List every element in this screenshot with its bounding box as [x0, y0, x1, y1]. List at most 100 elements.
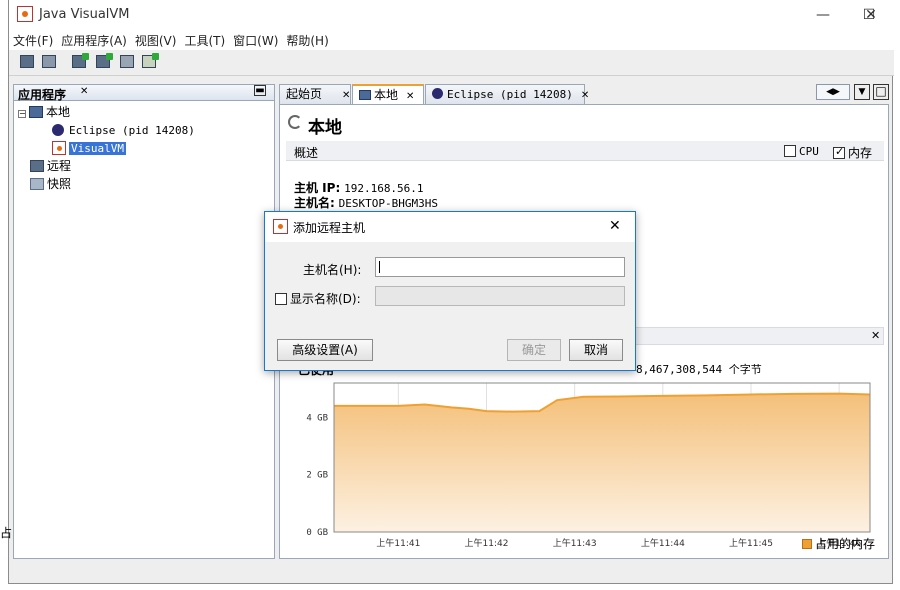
ok-button[interactable]: 确定	[507, 339, 561, 361]
overview-label: 概述	[294, 146, 319, 160]
x-tick-label: 上午11:41	[376, 537, 420, 549]
applications-panel: 应用程序 ✕ ▬ − 本地 Eclipse (pid 14208) VisualV…	[13, 84, 275, 559]
tab-list-button[interactable]: ▼	[854, 84, 870, 100]
memory-checkbox-label: 内存	[848, 146, 873, 160]
menu-bar: 文件(F) 应用程序(A) 视图(V) 工具(T) 窗口(W) 帮助(H)	[9, 30, 894, 50]
y-tick-label: 0 GB	[306, 528, 328, 538]
collapse-icon[interactable]: −	[18, 110, 26, 118]
applications-panel-title: 应用程序	[18, 88, 67, 102]
cpu-checkbox-label: CPU	[799, 145, 819, 158]
memory-checkbox[interactable]: 内存	[833, 144, 872, 161]
close-tab-icon[interactable]: ✕	[342, 90, 350, 101]
memory-area-series	[334, 393, 870, 532]
dialog-title-bar: 添加远程主机 ✕	[265, 212, 635, 242]
x-tick-label: 上午11:44	[641, 537, 685, 549]
tab-local[interactable]: 本地 ✕	[352, 84, 424, 104]
close-chart-icon[interactable]: ✕	[871, 329, 880, 342]
display-name-label: 显示名称(D):	[290, 292, 361, 306]
close-tab-icon[interactable]: ✕	[581, 90, 589, 101]
visualvm-app-icon	[17, 6, 33, 22]
advanced-settings-button[interactable]: 高级设置(A)	[277, 339, 373, 361]
eclipse-icon	[432, 88, 443, 99]
menu-application[interactable]: 应用程序(A)	[57, 30, 131, 51]
chart-legend: 占用的内存	[802, 535, 875, 552]
page-title: 本地	[308, 118, 342, 138]
memory-checkbox-box[interactable]	[833, 145, 845, 159]
add-remote-host-dialog: 添加远程主机 ✕ 主机名(H): 显示名称(D): 高级设置(A) 确定 取消	[264, 211, 636, 371]
tree-node-snapshot[interactable]: 快照	[18, 175, 195, 193]
memory-chart: 0 GB 2 GB 4 GB 上午11:41 上午11:42 上午11:43 上午11:44…	[306, 382, 871, 549]
visualvm-icon	[273, 219, 288, 234]
plus-icon	[82, 53, 89, 60]
add-snapshot-button[interactable]	[139, 53, 159, 71]
tab-label-eclipse: Eclipse (pid 14208)	[447, 88, 573, 101]
host-ip-label: 主机 IP:	[294, 181, 341, 195]
tab-prev-button[interactable]: ◀	[826, 87, 833, 97]
minimize-button[interactable]: —	[800, 0, 846, 30]
menu-file[interactable]: 文件(F)	[9, 30, 57, 51]
computer-icon	[29, 106, 43, 118]
host-name-label: 主机名(H):	[303, 263, 362, 277]
tree-node-eclipse[interactable]: Eclipse (pid 14208)	[18, 121, 195, 139]
save-button[interactable]	[39, 53, 59, 71]
host-name-label: 主机名:	[294, 196, 335, 210]
plus-icon	[106, 53, 113, 60]
tab-start-page[interactable]: 起始页 ✕	[279, 84, 351, 104]
host-name-input[interactable]	[375, 257, 625, 277]
load-snapshot-button[interactable]	[17, 53, 37, 71]
tab-eclipse[interactable]: Eclipse (pid 14208) ✕	[425, 84, 589, 104]
tree-node-visualvm[interactable]: VisualVM	[18, 139, 195, 157]
folder-icon	[20, 55, 34, 68]
maximize-tab-button[interactable]: □	[873, 84, 889, 100]
x-tick-label: 上午11:43	[553, 537, 597, 549]
tab-label-start: 起始页	[286, 87, 323, 101]
left-edge-text: 占	[0, 526, 13, 540]
tab-scroll-buttons: ◀▶	[816, 84, 850, 100]
plus-icon	[152, 53, 159, 60]
title-bar: Java VisualVM — ☐	[9, 0, 894, 30]
display-name-input[interactable]	[375, 286, 625, 306]
add-jmx-connection-button[interactable]	[93, 53, 113, 71]
close-panel-icon[interactable]: ✕	[80, 86, 88, 97]
legend-label: 占用的内存	[815, 537, 876, 551]
overview-bar: 概述 CPU 内存	[286, 141, 884, 161]
toolbar	[9, 50, 894, 76]
disk-icon	[42, 55, 56, 68]
tree-node-local[interactable]: − 本地	[18, 103, 195, 121]
close-window-button[interactable]: ✕	[848, 0, 894, 30]
menu-view[interactable]: 视图(V)	[131, 30, 181, 51]
close-tab-icon[interactable]: ✕	[406, 91, 414, 102]
thread-dump-button[interactable]	[117, 53, 137, 71]
text-cursor	[379, 261, 380, 273]
dialog-close-button[interactable]: ✕	[609, 218, 621, 234]
display-name-checkbox[interactable]: 显示名称(D):	[275, 290, 361, 307]
host-name-value: DESKTOP-BHGM3HS	[338, 197, 438, 210]
eclipse-icon	[52, 124, 64, 136]
cancel-button[interactable]: 取消	[569, 339, 623, 361]
editor-tabs: 起始页 ✕ 本地 ✕ Eclipse (pid 14208) ✕ ◀▶ ▼ □	[279, 84, 891, 104]
menu-help[interactable]: 帮助(H)	[282, 30, 332, 51]
dialog-title: 添加远程主机	[293, 221, 366, 235]
y-tick-label: 4 GB	[306, 413, 328, 423]
legend-swatch	[802, 539, 812, 549]
menu-tools[interactable]: 工具(T)	[180, 30, 229, 51]
applications-tree: − 本地 Eclipse (pid 14208) VisualVM 远程 快照	[18, 103, 195, 193]
cpu-checkbox[interactable]: CPU	[784, 144, 819, 158]
cpu-checkbox-box[interactable]	[784, 145, 796, 157]
snapshot-icon	[30, 178, 44, 190]
tab-next-button[interactable]: ▶	[833, 87, 840, 97]
visualvm-icon	[52, 141, 66, 155]
display-name-checkbox-box[interactable]	[275, 293, 287, 305]
tree-node-remote[interactable]: 远程	[18, 157, 195, 175]
tree-label-visualvm: VisualVM	[69, 142, 126, 155]
computer-icon	[359, 90, 371, 100]
x-tick-label: 上午11:45	[729, 537, 773, 549]
remote-host-icon	[30, 160, 44, 172]
x-tick-label: 上午11:42	[465, 537, 509, 549]
dump-icon	[120, 55, 134, 68]
tree-label-remote: 远程	[47, 159, 72, 173]
add-remote-host-button[interactable]	[69, 53, 89, 71]
tab-label-local: 本地	[374, 88, 399, 102]
minimize-panel-icon[interactable]: ▬	[254, 85, 266, 96]
menu-window[interactable]: 窗口(W)	[229, 30, 282, 51]
